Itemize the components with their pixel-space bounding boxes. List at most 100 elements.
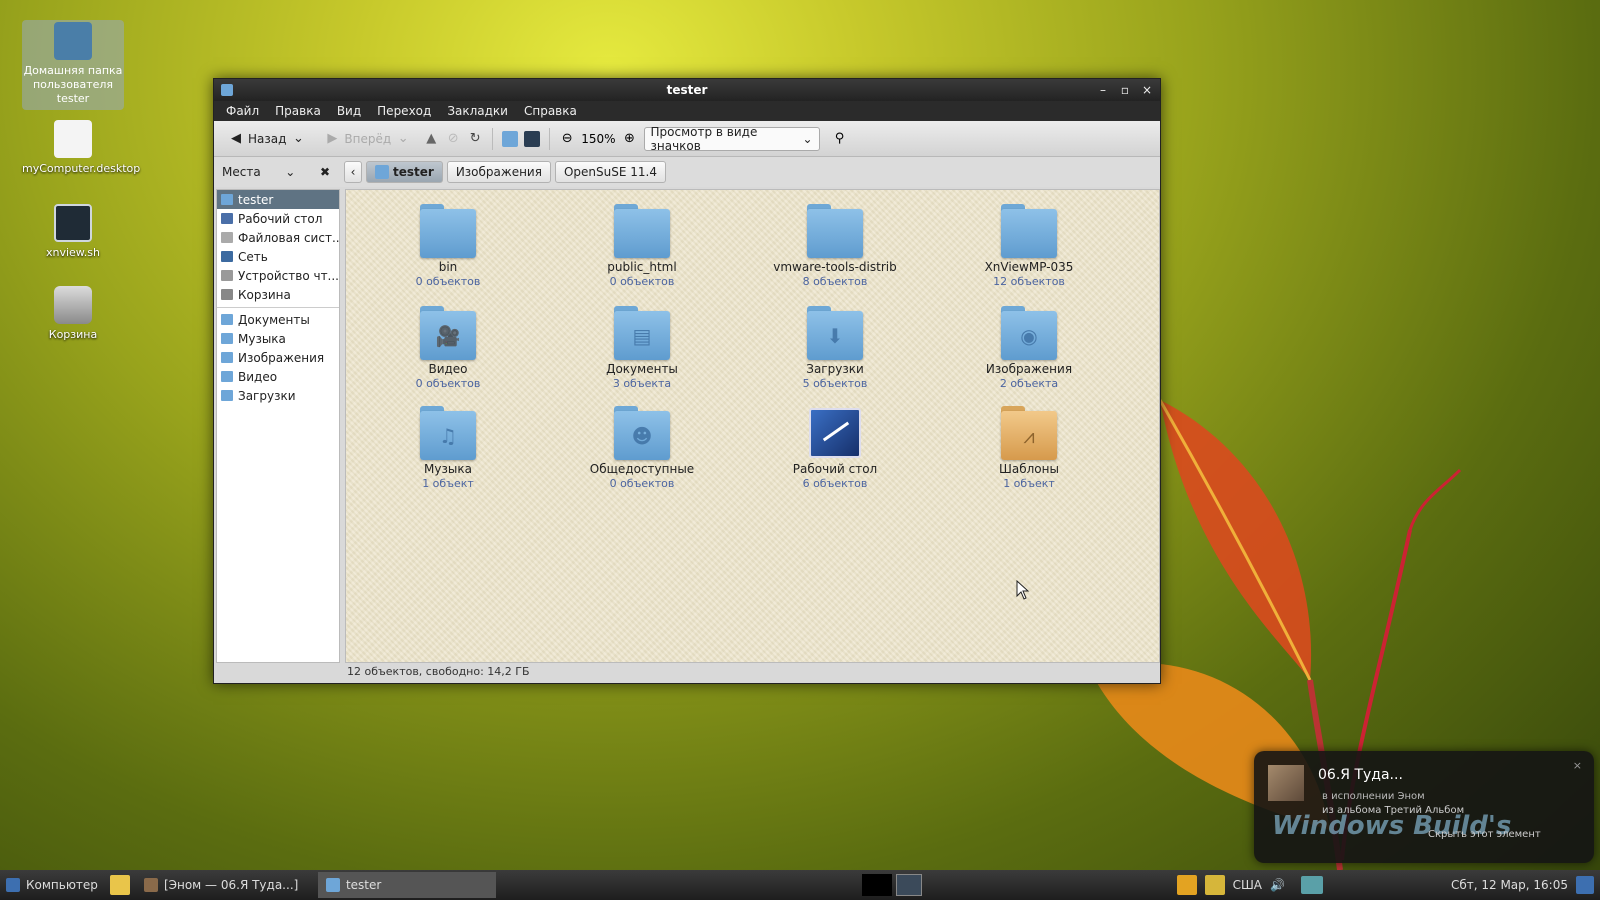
start-button[interactable]: Компьютер [0, 870, 104, 900]
zoom-out-icon[interactable]: ⊖ [559, 131, 575, 147]
menu-file[interactable]: Файл [218, 101, 267, 121]
close-sidebar-icon[interactable]: ✖ [320, 165, 330, 179]
taskbar-launcher[interactable] [104, 870, 136, 900]
menu-help[interactable]: Справка [516, 101, 585, 121]
close-button[interactable]: × [1140, 79, 1154, 101]
desktop-icon-label: Корзина [48, 328, 98, 341]
file-item-bin[interactable]: bin 0 объектов [373, 204, 523, 288]
breadcrumb-images[interactable]: Изображения [446, 161, 551, 183]
home-icon[interactable] [502, 130, 519, 147]
terminal-icon [54, 204, 92, 242]
view-mode-select[interactable]: Просмотр в виде значков ⌄ [643, 124, 820, 153]
toolbar-separator [492, 127, 494, 150]
sidebar-item-tester[interactable]: tester [217, 190, 339, 209]
window-title: tester [666, 83, 708, 97]
back-label: Назад [248, 131, 287, 146]
forward-button[interactable]: ▶ Вперёд ⌄ [318, 128, 417, 150]
menu-edit[interactable]: Правка [267, 101, 329, 121]
toolbar: ◀ Назад ⌄ ▶ Вперёд ⌄ ▲ ⊘ ↻ ⊖ 150% ⊕ Прос… [214, 121, 1160, 157]
file-item-documents[interactable]: ▤ Документы 3 объекта [567, 306, 717, 390]
window-app-icon[interactable] [221, 84, 233, 96]
arrow-left-icon: ◀ [231, 131, 241, 146]
sidebar-item-downloads[interactable]: Загрузки [217, 386, 339, 405]
notification-artist: в исполнении Эном [1322, 791, 1425, 802]
breadcrumb-back-icon[interactable]: ‹ [344, 161, 362, 183]
sidebar-item-pictures[interactable]: Изображения [217, 348, 339, 367]
player-icon [143, 878, 158, 892]
up-arrow-icon[interactable]: ▲ [423, 131, 439, 147]
media-notification[interactable]: 06.Я Туда... в исполнении Эном из альбом… [1254, 751, 1594, 863]
back-button[interactable]: ◀ Назад ⌄ [222, 128, 312, 150]
minimize-button[interactable]: – [1096, 79, 1110, 101]
computer-icon[interactable] [524, 130, 541, 147]
workspace-1[interactable] [861, 874, 892, 896]
file-item-templates[interactable]: ⩘ Шаблоны 1 объект [954, 406, 1104, 490]
search-icon[interactable]: ⚲ [832, 131, 848, 147]
workspace-pager[interactable] [856, 870, 928, 900]
view-mode-label: Просмотр в виде значков [650, 124, 758, 153]
keyboard-layout[interactable]: США [1233, 878, 1262, 892]
menu-view[interactable]: Вид [329, 101, 369, 121]
taskbar-task-tester[interactable]: tester [317, 872, 496, 898]
home-folder-icon [54, 22, 92, 60]
file-item-desktop[interactable]: Рабочий стол 6 объектов [760, 406, 910, 490]
volume-icon[interactable]: 🔊 [1270, 878, 1285, 892]
templates-folder-icon: ⩘ [1001, 406, 1057, 460]
desktop-folder-icon [807, 406, 863, 460]
file-item-public-html[interactable]: public_html 0 объектов [567, 204, 717, 288]
stop-icon[interactable]: ⊘ [445, 131, 461, 147]
sidebar-item-network[interactable]: Сеть [217, 247, 339, 266]
taskbar-task-player[interactable]: [Эном — 06.Я Туда...] [136, 872, 314, 898]
show-desktop-icon[interactable] [1576, 876, 1594, 894]
sidebar-item-trash[interactable]: Корзина [217, 285, 339, 304]
file-icon-view[interactable]: bin 0 объектов public_html 0 объектов vm… [345, 189, 1160, 663]
file-item-xnviewmp[interactable]: XnViewMP-035 12 объектов [954, 204, 1104, 288]
status-bar: 12 объектов, свободно: 14,2 ГБ [347, 665, 530, 678]
file-item-pictures[interactable]: ◉ Изображения 2 объекта [954, 306, 1104, 390]
sidebar-item-music[interactable]: Музыка [217, 329, 339, 348]
music-folder-icon: ♫ [420, 406, 476, 460]
documents-folder-icon: ▤ [614, 306, 670, 360]
desktop-icon-trash[interactable]: Корзина [22, 286, 124, 342]
chevron-down-icon[interactable]: ⌄ [285, 165, 295, 179]
folder-icon [1001, 204, 1057, 258]
file-item-videos[interactable]: 🎥 Видео 0 объектов [373, 306, 523, 390]
file-item-vmware-tools[interactable]: vmware-tools-distrib 8 объектов [760, 204, 910, 288]
chevron-down-icon[interactable]: ⌄ [395, 131, 411, 147]
workspace-2[interactable] [895, 874, 922, 896]
desktop-icon-home[interactable]: Домашняя папка пользователя tester [22, 20, 124, 110]
reload-icon[interactable]: ↻ [467, 131, 483, 147]
mouse-cursor-icon [1016, 580, 1030, 600]
notification-close-icon[interactable]: × [1573, 759, 1582, 772]
menu-go[interactable]: Переход [369, 101, 439, 121]
sidebar-item-documents[interactable]: Документы [217, 310, 339, 329]
display-icon[interactable] [1204, 875, 1225, 895]
sidebar-item-device[interactable]: Устройство чт... [217, 266, 339, 285]
sidebar-divider [217, 307, 339, 308]
network-icon [221, 251, 233, 262]
sidebar-item-desktop[interactable]: Рабочий стол [217, 209, 339, 228]
file-item-public[interactable]: ☻ Общедоступные 0 объектов [567, 406, 717, 490]
desktop-icon-xnview[interactable]: xnview.sh [22, 204, 124, 260]
chevron-down-icon[interactable]: ⌄ [290, 131, 306, 147]
places-select[interactable]: Места [222, 165, 261, 179]
breadcrumb-opensuse[interactable]: OpenSuSE 11.4 [554, 161, 666, 183]
sidebar-item-videos[interactable]: Видео [217, 367, 339, 386]
sidebar-item-filesystem[interactable]: Файловая сист... [217, 228, 339, 247]
file-item-music[interactable]: ♫ Музыка 1 объект [373, 406, 523, 490]
menu-bookmarks[interactable]: Закладки [439, 101, 516, 121]
network-icon[interactable] [1300, 876, 1323, 894]
downloads-folder-icon: ⬇ [807, 306, 863, 360]
window-titlebar[interactable]: tester – ▫ × [214, 79, 1160, 101]
updater-icon[interactable] [1176, 875, 1197, 895]
desktop-icon-mycomputer[interactable]: myComputer.desktop [22, 120, 140, 176]
breadcrumb-tester[interactable]: tester [366, 161, 443, 183]
clock[interactable]: Сбт, 12 Мар, 16:05 [1451, 878, 1568, 892]
file-manager-window: tester – ▫ × Файл Правка Вид Переход Зак… [213, 78, 1161, 684]
zoom-in-icon[interactable]: ⊕ [622, 131, 638, 147]
file-item-downloads[interactable]: ⬇ Загрузки 5 объектов [760, 306, 910, 390]
trash-icon [221, 289, 233, 300]
desktop-icon-label: xnview.sh [45, 246, 100, 259]
hide-item-link[interactable]: Скрыть этот элемент [1428, 829, 1541, 840]
maximize-button[interactable]: ▫ [1118, 79, 1132, 101]
